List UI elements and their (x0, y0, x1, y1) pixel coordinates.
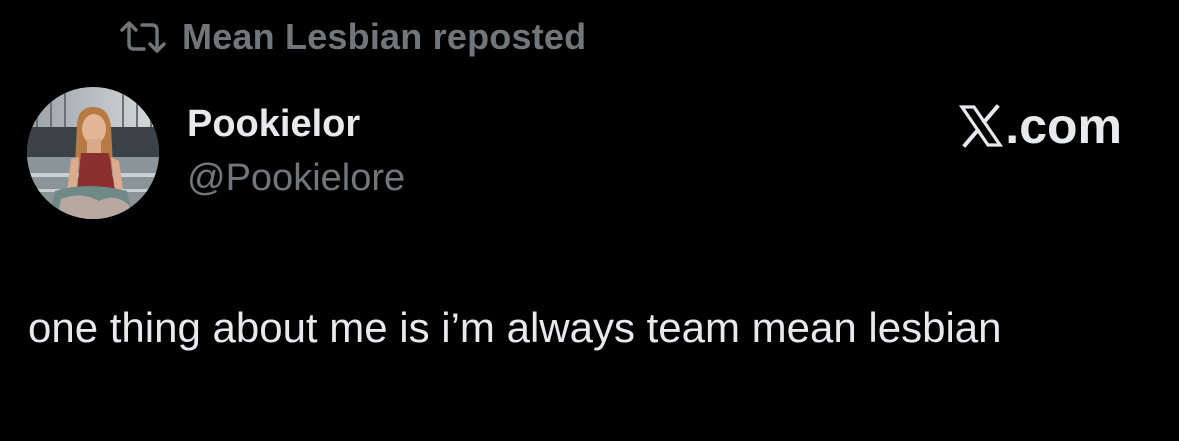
tweet-text: one thing about me is i’m always team me… (28, 304, 1002, 351)
x-com-brand: .com (959, 96, 1122, 156)
x-logo-icon (959, 104, 1004, 148)
display-name[interactable]: Pookielor (187, 100, 405, 148)
user-handle[interactable]: @Pookielore (187, 154, 405, 202)
avatar[interactable] (27, 87, 159, 219)
repost-header[interactable]: Mean Lesbian reposted (118, 14, 586, 60)
brand-text: .com (1005, 98, 1122, 154)
author-block[interactable]: Pookielor @Pookielore (187, 100, 405, 202)
repost-icon (120, 21, 166, 53)
repost-label: Mean Lesbian reposted (182, 16, 587, 57)
